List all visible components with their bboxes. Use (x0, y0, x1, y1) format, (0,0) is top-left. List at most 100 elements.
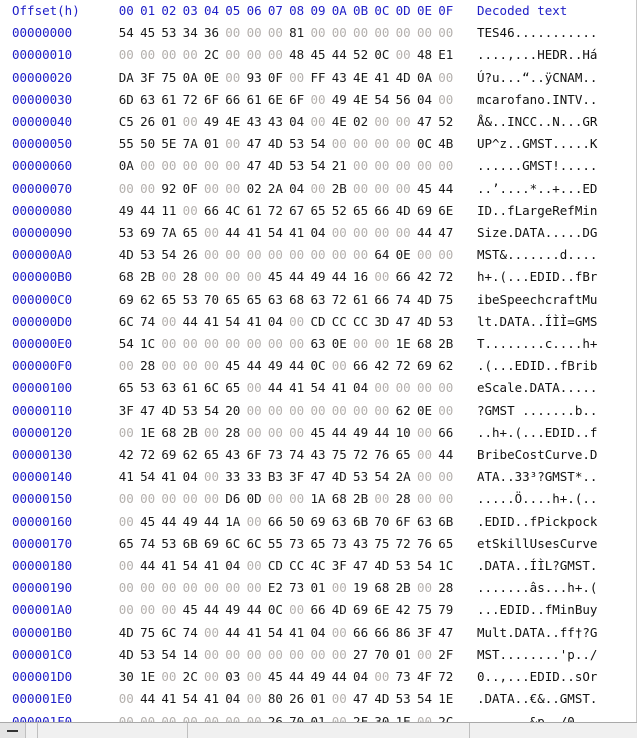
hex-byte[interactable]: 63 (417, 511, 438, 533)
hex-byte[interactable]: 00 (289, 67, 310, 89)
hex-byte[interactable]: 47 (438, 622, 459, 644)
hex-byte[interactable]: 1E (396, 333, 417, 355)
hex-byte[interactable]: 63 (310, 289, 331, 311)
hex-byte[interactable]: 00 (332, 244, 353, 266)
hex-byte[interactable]: 28 (183, 266, 204, 288)
hex-byte[interactable]: 00 (417, 22, 438, 44)
hex-byte[interactable]: 5E (161, 133, 182, 155)
hex-byte[interactable]: 6E (438, 200, 459, 222)
hex-byte[interactable]: 73 (289, 533, 310, 555)
hex-byte[interactable]: 44 (417, 222, 438, 244)
hex-byte[interactable]: 00 (374, 155, 395, 177)
hex-row[interactable]: 000000C0 69 62 65 53 70 65 65 63 68 63 72 61 66 74 4D 75… (0, 289, 636, 311)
hex-byte[interactable]: 81 (289, 22, 310, 44)
hex-byte[interactable]: 01 (161, 111, 182, 133)
hex-byte[interactable]: 69 (140, 222, 161, 244)
hex-byte[interactable]: 53 (140, 644, 161, 666)
hex-row[interactable]: 000001D0 30 1E 00 2C 00 03 00 45 44 49 44 04 00 73 4F 72… (0, 666, 636, 688)
decoded-text[interactable]: ibeSpeechcraftMu (477, 289, 636, 311)
hex-byte[interactable]: 66 (374, 289, 395, 311)
hex-byte[interactable]: 0E (204, 67, 225, 89)
hex-byte[interactable]: 00 (204, 711, 225, 723)
decoded-text[interactable]: ..’....*..+...ED (477, 178, 636, 200)
hex-byte[interactable]: 41 (289, 377, 310, 399)
hex-byte[interactable]: 54 (204, 400, 225, 422)
hex-byte[interactable]: 00 (332, 622, 353, 644)
hex-byte[interactable]: 00 (332, 133, 353, 155)
hex-byte[interactable]: 6C (204, 377, 225, 399)
hex-byte[interactable]: 44 (204, 511, 225, 533)
hex-byte[interactable]: 43 (268, 111, 289, 133)
hex-row[interactable]: 00000180 00 44 41 54 41 04 00 CD CC 4C 3F 47 4D 53 54 1C… (0, 555, 636, 577)
hex-byte[interactable]: 0A (417, 67, 438, 89)
hex-byte[interactable]: 00 (417, 644, 438, 666)
hex-byte[interactable]: 1E (438, 688, 459, 710)
hex-byte[interactable]: 0E (332, 333, 353, 355)
hex-byte[interactable]: 44 (289, 355, 310, 377)
hex-byte[interactable]: 00 (119, 711, 140, 723)
hex-row[interactable]: 00000170 65 74 53 6B 69 6C 6C 55 73 65 73 43 75 72 76 65… (0, 533, 636, 555)
hex-byte[interactable]: 00 (396, 44, 417, 66)
hex-byte[interactable]: 00 (161, 155, 182, 177)
hex-byte[interactable]: 00 (247, 266, 268, 288)
hex-byte[interactable]: 74 (140, 533, 161, 555)
hex-byte[interactable]: 73 (332, 533, 353, 555)
hex-byte[interactable]: 67 (289, 200, 310, 222)
hex-byte[interactable]: 6C (119, 311, 140, 333)
hex-byte[interactable]: 3F (140, 67, 161, 89)
hex-byte[interactable]: 54 (310, 155, 331, 177)
hex-byte[interactable]: 00 (374, 22, 395, 44)
hex-byte[interactable]: 65 (310, 533, 331, 555)
hex-byte[interactable]: 00 (417, 711, 438, 723)
hex-byte[interactable]: 53 (161, 22, 182, 44)
hex-byte[interactable]: 00 (247, 400, 268, 422)
hex-byte[interactable]: 00 (225, 266, 246, 288)
hex-byte[interactable]: 0F (268, 67, 289, 89)
hex-row[interactable]: 00000160 00 45 44 49 44 1A 00 66 50 69 63 6B 70 6F 63 6B… (0, 511, 636, 533)
hex-byte[interactable]: 68 (374, 577, 395, 599)
hex-byte[interactable]: 44 (183, 311, 204, 333)
hex-byte[interactable]: 00 (332, 688, 353, 710)
decoded-text[interactable]: TES46........... (477, 22, 636, 44)
hex-byte[interactable]: 70 (204, 289, 225, 311)
hex-byte[interactable]: 4D (332, 466, 353, 488)
hex-byte[interactable]: 00 (161, 311, 182, 333)
hex-byte[interactable]: 00 (353, 222, 374, 244)
hex-byte[interactable]: 4D (374, 688, 395, 710)
hex-byte[interactable]: 47 (247, 133, 268, 155)
hex-byte[interactable]: 42 (396, 599, 417, 621)
hex-byte[interactable]: 65 (247, 289, 268, 311)
hex-byte[interactable]: 47 (247, 155, 268, 177)
hex-byte[interactable]: FF (310, 67, 331, 89)
hex-byte[interactable]: 2C (183, 666, 204, 688)
hex-byte[interactable]: 00 (396, 111, 417, 133)
hex-byte[interactable]: 6B (353, 511, 374, 533)
hex-byte[interactable]: 4D (268, 133, 289, 155)
hex-byte[interactable]: 53 (161, 533, 182, 555)
hex-byte[interactable]: 54 (374, 466, 395, 488)
hex-byte[interactable]: 65 (310, 200, 331, 222)
hex-byte[interactable]: 44 (225, 222, 246, 244)
hex-byte[interactable]: 04 (417, 89, 438, 111)
hex-byte[interactable]: 64 (374, 244, 395, 266)
hex-byte[interactable]: 00 (310, 244, 331, 266)
hex-byte[interactable]: 53 (140, 244, 161, 266)
hex-byte[interactable]: 00 (204, 266, 225, 288)
hex-row[interactable]: 00000100 65 53 63 61 6C 65 00 44 41 54 41 04 00 00 00 00… (0, 377, 636, 399)
hex-byte[interactable]: 00 (204, 155, 225, 177)
hex-byte[interactable]: 54 (268, 622, 289, 644)
hex-byte[interactable]: 0E (396, 244, 417, 266)
hex-byte[interactable]: 75 (417, 599, 438, 621)
hex-row[interactable]: 000000D0 6C 74 00 44 41 54 41 04 00 CD CC CC 3D 47 4D 53… (0, 311, 636, 333)
hex-byte[interactable]: 66 (353, 355, 374, 377)
hex-byte[interactable]: 43 (247, 111, 268, 133)
hex-byte[interactable]: 00 (119, 44, 140, 66)
hex-byte[interactable]: 00 (161, 333, 182, 355)
hex-byte[interactable]: 00 (417, 488, 438, 510)
hex-byte[interactable]: 7A (183, 133, 204, 155)
hex-byte[interactable]: 00 (204, 666, 225, 688)
hex-byte[interactable]: 65 (396, 444, 417, 466)
hex-byte[interactable]: 47 (353, 688, 374, 710)
hex-byte[interactable]: 36 (204, 22, 225, 44)
hex-byte[interactable]: 34 (183, 22, 204, 44)
